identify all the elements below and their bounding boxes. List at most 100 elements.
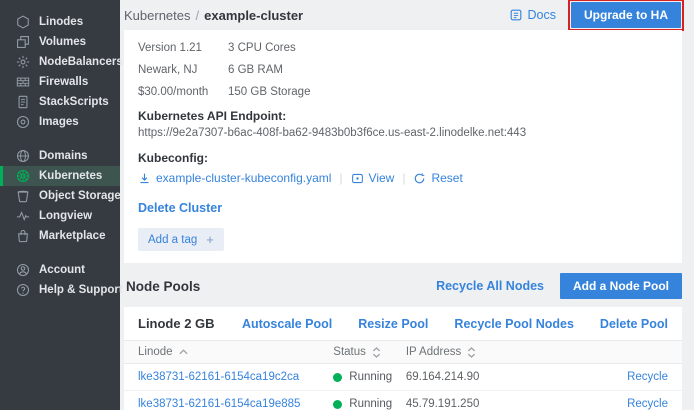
longview-icon: [16, 209, 30, 223]
sidebar-item-volumes[interactable]: Volumes: [0, 32, 120, 52]
breadcrumb-separator: /: [196, 8, 200, 23]
annotation-highlight: Upgrade to HA: [568, 0, 684, 31]
sidebar-item-firewalls[interactable]: Firewalls: [0, 72, 120, 92]
sidebar-item-label: NodeBalancers: [39, 56, 123, 68]
recycle-node-button[interactable]: Recycle: [627, 398, 668, 410]
help-icon: [16, 283, 30, 297]
sidebar-item-label: Help & Support: [39, 284, 123, 296]
sidebar-item-label: StackScripts: [39, 96, 109, 108]
cluster-region: Newark, NJ: [138, 64, 214, 76]
cluster-summary-card: Version 1.21 3 CPU Cores Newark, NJ 6 GB…: [124, 30, 682, 263]
cluster-storage: 150 GB Storage: [228, 86, 668, 98]
add-tag-label: Add a tag: [148, 234, 197, 246]
recycle-pool-nodes-button[interactable]: Recycle Pool Nodes: [454, 317, 574, 331]
sidebar-group-account: Account Help & Support: [0, 260, 120, 300]
pool-name: Linode 2 GB: [138, 316, 215, 331]
kubeconfig-file-name: example-cluster-kubeconfig.yaml: [156, 171, 331, 185]
kubeconfig-label: Kubeconfig:: [138, 151, 668, 165]
link-separator: |: [339, 171, 342, 185]
nodebalancers-icon: [16, 55, 30, 69]
status-label: Running: [349, 371, 392, 383]
stackscripts-icon: [16, 95, 30, 109]
status-running-icon: [333, 400, 342, 409]
docs-link[interactable]: Docs: [509, 8, 556, 22]
resize-pool-button[interactable]: Resize Pool: [358, 317, 428, 331]
breadcrumb: Kubernetes / example-cluster: [124, 8, 303, 23]
sidebar-group-services: Domains Kubernetes Object Storage Longvi…: [0, 146, 120, 246]
sidebar-item-label: Linodes: [39, 16, 83, 28]
column-header-ip[interactable]: IP Address: [392, 341, 559, 364]
sidebar-item-label: Longview: [39, 210, 92, 222]
sidebar-item-label: Marketplace: [39, 230, 105, 242]
cluster-summary-grid: Version 1.21 3 CPU Cores Newark, NJ 6 GB…: [138, 38, 668, 98]
sidebar-item-label: Images: [39, 116, 79, 128]
recycle-node-button[interactable]: Recycle: [627, 371, 668, 383]
sidebar-item-domains[interactable]: Domains: [0, 146, 120, 166]
firewalls-icon: [16, 75, 30, 89]
reset-icon: [413, 172, 426, 185]
add-node-pool-button[interactable]: Add a Node Pool: [560, 273, 682, 299]
sidebar-item-label: Kubernetes: [39, 170, 102, 182]
node-link[interactable]: lke38731-62161-6154ca19c2ca: [138, 371, 299, 383]
pool-action-links: Autoscale Pool Resize Pool Recycle Pool …: [242, 317, 668, 331]
autoscale-pool-button[interactable]: Autoscale Pool: [242, 317, 332, 331]
sidebar-item-label: Volumes: [39, 36, 86, 48]
sidebar-item-longview[interactable]: Longview: [0, 206, 120, 226]
sidebar-item-label: Object Storage: [39, 190, 121, 202]
top-bar-actions: Docs Upgrade to HA: [509, 0, 684, 31]
node-pools-bar: Node Pools Recycle All Nodes Add a Node …: [120, 263, 694, 307]
main-content: Kubernetes / example-cluster Docs Upgrad…: [120, 0, 694, 410]
column-header-status[interactable]: Status: [319, 341, 392, 364]
node-pools-title: Node Pools: [126, 279, 200, 294]
docs-icon: [509, 8, 523, 22]
column-label: Status: [333, 346, 366, 358]
api-endpoint-value: https://9e2a7307-b6ac-408f-ba62-9483b0b3…: [138, 127, 668, 139]
node-pool-card: Linode 2 GB Autoscale Pool Resize Pool R…: [124, 307, 682, 410]
node-ip: 45.79.191.250: [392, 391, 559, 410]
plus-icon: +: [206, 232, 214, 247]
sidebar-item-label: Account: [39, 264, 85, 276]
delete-pool-button[interactable]: Delete Pool: [600, 317, 668, 331]
table-row: lke38731-62161-6154ca19e885 Running 45.7…: [124, 391, 682, 410]
column-header-linode[interactable]: Linode: [124, 341, 319, 364]
table-row: lke38731-62161-6154ca19c2ca Running 69.1…: [124, 364, 682, 391]
node-link[interactable]: lke38731-62161-6154ca19e885: [138, 398, 300, 410]
recycle-all-nodes-button[interactable]: Recycle All Nodes: [436, 279, 544, 293]
docs-label: Docs: [528, 8, 556, 22]
kubeconfig-reset-link[interactable]: Reset: [413, 171, 462, 185]
sidebar-item-stackscripts[interactable]: StackScripts: [0, 92, 120, 112]
kubeconfig-download-link[interactable]: example-cluster-kubeconfig.yaml: [138, 171, 331, 185]
nodes-table: Linode Status IP Address: [124, 340, 682, 410]
upgrade-to-ha-button[interactable]: Upgrade to HA: [571, 2, 681, 28]
sidebar-item-images[interactable]: Images: [0, 112, 120, 132]
sidebar-group-compute: Linodes Volumes NodeBalancers Firewalls …: [0, 12, 120, 132]
table-header-row: Linode Status IP Address: [124, 341, 682, 364]
breadcrumb-section[interactable]: Kubernetes: [124, 8, 191, 23]
cluster-cpu: 3 CPU Cores: [228, 42, 668, 54]
sidebar-item-object-storage[interactable]: Object Storage: [0, 186, 120, 206]
sidebar: Linodes Volumes NodeBalancers Firewalls …: [0, 0, 120, 410]
sidebar-item-account[interactable]: Account: [0, 260, 120, 280]
sidebar-item-linodes[interactable]: Linodes: [0, 12, 120, 32]
reset-label: Reset: [431, 171, 462, 185]
node-ip: 69.164.214.90: [392, 364, 559, 391]
delete-cluster-button[interactable]: Delete Cluster: [138, 201, 222, 215]
sidebar-item-kubernetes[interactable]: Kubernetes: [0, 166, 120, 186]
sidebar-item-help-support[interactable]: Help & Support: [0, 280, 120, 300]
volumes-icon: [16, 35, 30, 49]
column-header-actions: [559, 341, 682, 364]
sort-both-icon: [372, 347, 381, 358]
sort-asc-icon: [179, 349, 188, 355]
kubeconfig-view-link[interactable]: View: [351, 171, 395, 185]
sidebar-item-nodebalancers[interactable]: NodeBalancers: [0, 52, 120, 72]
breadcrumb-current: example-cluster: [204, 8, 303, 23]
cluster-version: Version 1.21: [138, 42, 214, 54]
cluster-ram: 6 GB RAM: [228, 64, 668, 76]
kubernetes-icon: [16, 169, 30, 183]
kubeconfig-links: example-cluster-kubeconfig.yaml | View |…: [138, 171, 668, 185]
add-tag-button[interactable]: Add a tag +: [138, 228, 224, 251]
node-pools-actions: Recycle All Nodes Add a Node Pool: [436, 273, 682, 299]
sidebar-item-marketplace[interactable]: Marketplace: [0, 226, 120, 246]
sort-both-icon: [467, 347, 476, 358]
view-label: View: [369, 171, 395, 185]
